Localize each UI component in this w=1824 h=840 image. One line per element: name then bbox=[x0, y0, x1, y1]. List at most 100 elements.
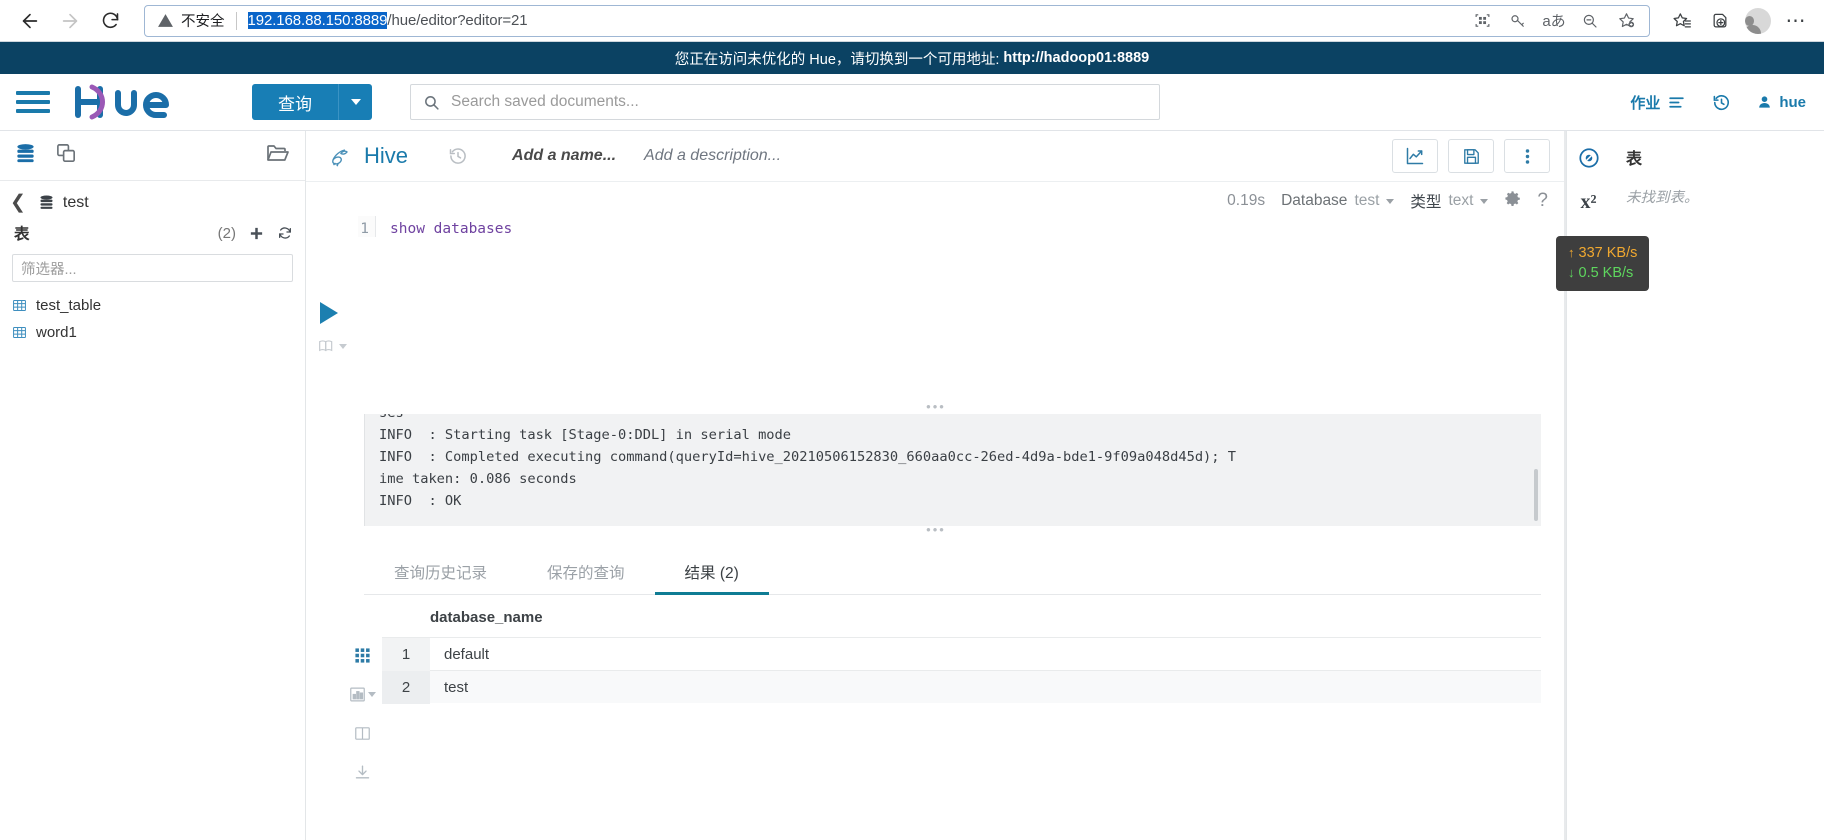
list-item[interactable]: test_table bbox=[0, 292, 305, 319]
query-name-input[interactable]: Add a name... bbox=[512, 147, 616, 165]
query-button-group[interactable]: 查询 bbox=[252, 84, 372, 120]
reload-button[interactable] bbox=[90, 4, 130, 38]
history-button[interactable] bbox=[1712, 93, 1731, 112]
database-label: Database bbox=[1281, 192, 1348, 209]
code-area[interactable]: 1 show databases bbox=[358, 216, 1566, 237]
editor-history-icon[interactable] bbox=[448, 146, 468, 166]
query-meta-bar: 0.19s Database test 类型 text ? bbox=[306, 182, 1566, 216]
security-indicator[interactable]: 不安全 bbox=[157, 10, 225, 31]
url-path: /hue/editor?editor=21 bbox=[387, 12, 528, 29]
code-line[interactable]: show databases bbox=[376, 216, 512, 237]
log-line: ime taken: 0.086 seconds bbox=[379, 471, 577, 487]
table-row[interactable]: 2 test bbox=[382, 670, 1541, 704]
forward-button[interactable] bbox=[50, 4, 90, 38]
results-resize-handle[interactable]: ••• bbox=[306, 523, 1566, 537]
database-icon bbox=[40, 195, 53, 209]
jobs-link[interactable]: 作业 bbox=[1630, 92, 1686, 113]
list-item[interactable]: word1 bbox=[0, 319, 305, 346]
download-arrow-icon: ↓ bbox=[1568, 265, 1575, 280]
assistant-icon[interactable] bbox=[1578, 147, 1600, 169]
database-selector[interactable]: Database test bbox=[1281, 192, 1395, 210]
documents-icon[interactable] bbox=[55, 142, 78, 170]
optimization-banner: 您正在访问未优化的 Hue，请切换到一个可用地址: http://hadoop0… bbox=[0, 42, 1824, 74]
right-panel: 表 未找到表。 ↑ 337 KB/s ↓ 0.5 KB/s bbox=[1556, 131, 1824, 840]
search-icon bbox=[425, 95, 439, 110]
row-number: 2 bbox=[382, 670, 430, 704]
more-vertical-icon[interactable] bbox=[1504, 139, 1550, 173]
browser-more-icon[interactable]: ⋯ bbox=[1778, 5, 1814, 37]
right-panel-title: 表 bbox=[1626, 151, 1643, 168]
tab-results[interactable]: 结果 (2) bbox=[654, 561, 770, 595]
url-host-selected: 192.168.88.150:8889 bbox=[247, 12, 388, 29]
back-chevron-icon[interactable]: ❮ bbox=[6, 193, 30, 212]
refresh-tables-icon[interactable] bbox=[277, 225, 293, 241]
run-query-button[interactable] bbox=[320, 302, 338, 324]
open-folder-icon[interactable] bbox=[264, 141, 291, 170]
columns-view-icon[interactable] bbox=[354, 725, 371, 742]
table-icon bbox=[13, 327, 26, 338]
query-dropdown-button[interactable] bbox=[338, 84, 372, 120]
tables-filter-input[interactable]: 筛选器... bbox=[12, 254, 293, 282]
hue-header: 查询 Search saved documents... 作业 hue bbox=[0, 74, 1824, 131]
add-favorite-icon[interactable] bbox=[1609, 7, 1643, 35]
back-button[interactable] bbox=[10, 4, 50, 38]
hue-logo[interactable] bbox=[72, 83, 196, 121]
translate-icon[interactable]: aあ bbox=[1537, 7, 1571, 35]
warning-triangle-icon bbox=[158, 14, 173, 27]
functions-icon[interactable]: x² bbox=[1581, 191, 1597, 214]
user-menu[interactable]: hue bbox=[1757, 94, 1806, 111]
editor-engine[interactable]: Hive bbox=[328, 143, 408, 169]
query-description-input[interactable]: Add a description... bbox=[644, 147, 781, 165]
column-header[interactable]: database_name bbox=[382, 609, 1541, 637]
tab-query-history[interactable]: 查询历史记录 bbox=[364, 561, 517, 594]
chevron-down-icon bbox=[1386, 198, 1395, 204]
qr-code-icon[interactable] bbox=[1465, 7, 1499, 35]
gear-icon[interactable] bbox=[1504, 190, 1521, 212]
results-view-switcher bbox=[342, 609, 382, 781]
table-name: test_table bbox=[36, 297, 102, 314]
download-icon[interactable] bbox=[354, 764, 371, 781]
key-icon[interactable] bbox=[1501, 7, 1535, 35]
table-row[interactable]: 1 default bbox=[382, 637, 1541, 671]
right-panel-empty: 未找到表。 bbox=[1626, 190, 1699, 206]
result-tabs: 查询历史记录 保存的查询 结果 (2) bbox=[364, 553, 1541, 595]
upload-arrow-icon: ↑ bbox=[1568, 245, 1575, 260]
zoom-out-icon[interactable] bbox=[1573, 7, 1607, 35]
grid-view-icon[interactable] bbox=[354, 647, 371, 664]
log-resize-handle[interactable]: ••• bbox=[306, 400, 1566, 414]
new-query-button[interactable]: 查询 bbox=[252, 84, 338, 120]
app-body: ❮ test 表 (2) 筛选器... test_table word1 Hiv… bbox=[0, 131, 1824, 840]
search-saved-documents[interactable]: Search saved documents... bbox=[410, 84, 1160, 120]
help-icon[interactable]: ? bbox=[1537, 190, 1548, 212]
banner-address[interactable]: http://hadoop01:8889 bbox=[1003, 50, 1149, 66]
address-bar[interactable]: 不安全 192.168.88.150:8889/hue/editor?edito… bbox=[144, 4, 1650, 37]
chart-icon[interactable] bbox=[1392, 139, 1438, 173]
editor-header: Hive Add a name... Add a description... bbox=[306, 131, 1566, 182]
type-selector[interactable]: 类型 text bbox=[1410, 190, 1489, 212]
add-table-icon[interactable] bbox=[249, 226, 264, 241]
assist-database-breadcrumb[interactable]: ❮ test bbox=[0, 181, 305, 218]
tab-saved-queries[interactable]: 保存的查询 bbox=[517, 561, 655, 594]
profile-avatar[interactable] bbox=[1740, 5, 1776, 37]
jobs-list-icon bbox=[1669, 96, 1685, 108]
type-label: 类型 bbox=[1410, 194, 1442, 211]
chart-view-icon[interactable] bbox=[349, 686, 376, 703]
query-log[interactable]: ses INFO : Starting task [Stage-0:DDL] i… bbox=[364, 414, 1541, 526]
collections-icon[interactable] bbox=[1702, 5, 1738, 37]
log-scrollbar[interactable] bbox=[1534, 469, 1538, 521]
sql-editor[interactable]: 1 show databases bbox=[306, 216, 1566, 352]
favorites-icon[interactable] bbox=[1664, 5, 1700, 37]
save-icon[interactable] bbox=[1448, 139, 1494, 173]
editor-engine-label: Hive bbox=[364, 143, 409, 168]
bookmark-icon[interactable] bbox=[316, 338, 347, 354]
menu-toggle-icon[interactable] bbox=[16, 87, 50, 117]
row-value: test bbox=[444, 678, 469, 696]
assist-database-name: test bbox=[62, 193, 89, 211]
results-table: database_name 1 default 2 test bbox=[382, 609, 1541, 781]
url-text[interactable]: 192.168.88.150:8889/hue/editor?editor=21 bbox=[247, 12, 1466, 29]
tables-label: 表 bbox=[14, 226, 30, 243]
log-line: INFO : Starting task [Stage-0:DDL] in se… bbox=[379, 427, 792, 443]
jobs-label: 作业 bbox=[1630, 94, 1661, 112]
database-icon[interactable] bbox=[14, 142, 37, 170]
hive-bee-icon bbox=[332, 149, 348, 167]
